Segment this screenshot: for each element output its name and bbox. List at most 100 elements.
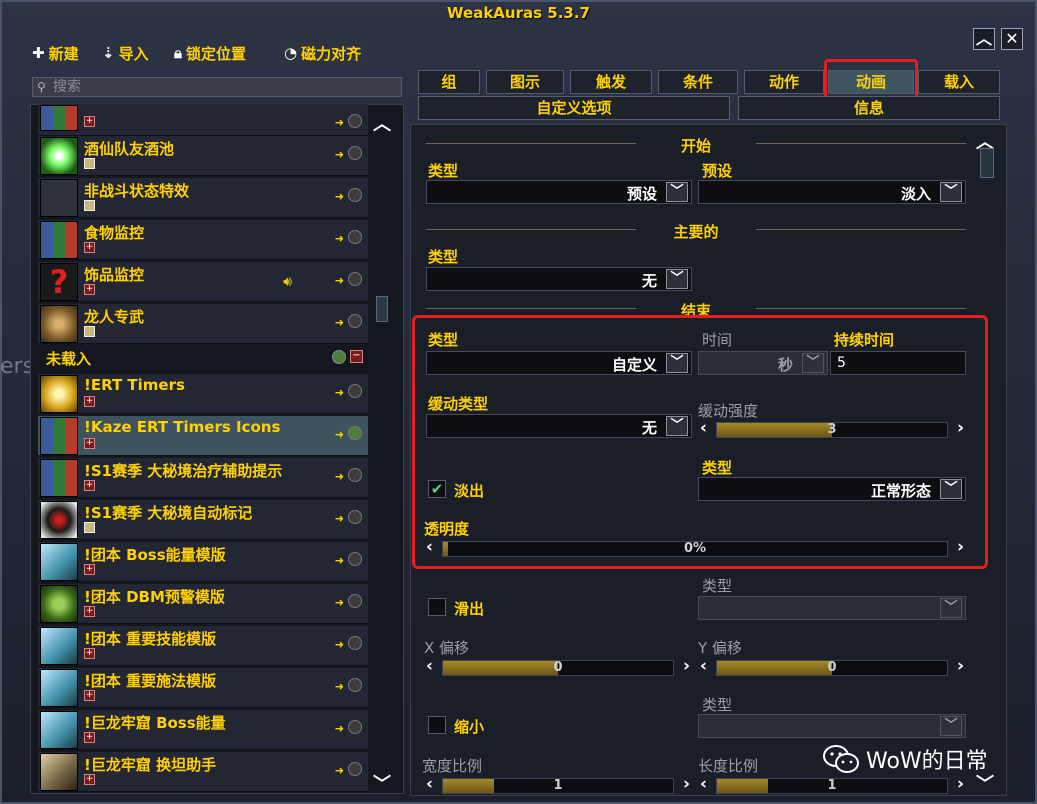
move-arrow-icon[interactable]: ➜ [335,428,344,441]
tab-information[interactable]: 信息 [738,96,1000,120]
slide-type-dropdown[interactable]: ﹀ [698,596,966,620]
toggle-icon[interactable] [348,272,362,286]
toggle-icon[interactable] [348,146,362,160]
toggle-icon[interactable] [348,426,362,440]
main-type-dropdown[interactable]: 无 ﹀ [426,267,692,291]
start-preset-dropdown[interactable]: 淡入 ﹀ [698,180,966,204]
move-arrow-icon[interactable]: ➜ [335,764,344,777]
remove-icon[interactable]: + [84,242,95,253]
move-arrow-icon[interactable]: ➜ [335,274,344,287]
tab-actions[interactable]: 动作 [744,70,824,94]
chevron-left-icon[interactable]: ‹ [426,774,433,794]
toggle-icon[interactable] [348,594,362,608]
toggle-icon[interactable] [348,114,362,128]
x-offset-slider[interactable]: ‹ 0 › [424,656,692,678]
list-item[interactable]: 龙人专武 ➜ [38,304,368,344]
move-arrow-icon[interactable]: ➜ [335,638,344,651]
toggle-icon[interactable] [348,678,362,692]
chevron-down-icon[interactable]: ﹀ [940,182,962,202]
toggle-icon[interactable] [348,510,362,524]
list-item[interactable]: !Kaze ERT Timers Icons + ➜ [38,416,368,456]
list-item[interactable]: !ERT Timers + ➜ [38,374,368,414]
alpha-slider[interactable]: ‹ 0% › [424,537,966,559]
list-item[interactable]: !巨龙牢窟 Boss能量 + ➜ [38,710,368,750]
chevron-right-icon[interactable]: › [957,537,964,557]
search-input[interactable]: ⚲ 搜索 [32,77,402,97]
list-item[interactable]: 食物监控 + ➜ [38,220,368,260]
list-item[interactable]: !团本 重要技能模版 + ➜ [38,626,368,666]
chevron-down-icon[interactable]: ﹀ [666,353,688,373]
tab-custom-options[interactable]: 自定义选项 [418,96,730,120]
list-item[interactable]: ? 饰品监控 + 🔊︎ ➜ [38,262,368,302]
list-item[interactable]: 非战斗状态特效 ➜ [38,178,368,218]
move-arrow-icon[interactable]: ➜ [335,148,344,161]
chevron-down-icon[interactable]: ﹀ [666,182,688,202]
import-button[interactable]: ⇣ 导入 [102,42,149,64]
easing-strength-slider[interactable]: ‹ 3 › [698,418,966,440]
chevron-right-icon[interactable]: › [683,774,690,794]
list-scroll-up-icon[interactable]: ︿ [373,110,391,136]
move-arrow-icon[interactable]: ➜ [335,190,344,203]
chevron-right-icon[interactable]: › [957,418,964,438]
chevron-down-icon[interactable]: ﹀ [802,353,824,373]
easing-type-dropdown[interactable]: 无 ﹀ [426,414,692,438]
width-scale-slider[interactable]: ‹ 1 › [424,774,692,796]
collapse-button[interactable]: ︿ [973,28,995,50]
move-arrow-icon[interactable]: ➜ [335,232,344,245]
remove-icon[interactable]: + [84,564,95,575]
lock-position-button[interactable]: 🔒︎ 锁定位置 [174,42,246,64]
chevron-right-icon[interactable]: › [683,656,690,676]
toggle-icon[interactable] [348,720,362,734]
fade-checkbox[interactable]: ✔ [428,480,446,498]
magnetic-align-button[interactable]: ◔ 磁力对齐 [280,42,366,64]
chevron-down-icon[interactable]: ﹀ [940,598,962,618]
toggle-icon[interactable] [348,188,362,202]
list-item[interactable]: !团本 重要施法模版 + ➜ [38,668,368,708]
chevron-left-icon[interactable]: ‹ [700,418,707,438]
remove-icon[interactable]: + [84,396,95,407]
finish-type-dropdown[interactable]: 自定义 ﹀ [426,351,692,375]
toggle-icon[interactable] [348,230,362,244]
chevron-down-icon[interactable]: ﹀ [666,416,688,436]
move-arrow-icon[interactable]: ➜ [335,722,344,735]
remove-icon[interactable]: + [84,284,95,295]
list-item[interactable]: !S1赛季 大秘境治疗辅助提示 + ➜ [38,458,368,498]
time-unit-dropdown[interactable]: 秒 ﹀ [698,351,828,375]
toggle-icon[interactable] [348,636,362,650]
move-arrow-icon[interactable]: ➜ [335,554,344,567]
remove-icon[interactable]: + [84,606,95,617]
remove-icon[interactable]: + [84,774,95,785]
list-item[interactable]: + ➜ [38,104,368,136]
chevron-right-icon[interactable]: › [957,656,964,676]
list-item[interactable]: !巨龙牢窟 换坦助手 + ➜ [38,752,368,792]
move-arrow-icon[interactable]: ➜ [335,512,344,525]
tab-load[interactable]: 载入 [918,70,1000,94]
start-type-dropdown[interactable]: 预设 ﹀ [426,180,692,204]
slide-checkbox[interactable] [428,598,446,616]
list-item[interactable]: !S1赛季 大秘境自动标记 ➜ [38,500,368,540]
move-arrow-icon[interactable]: ➜ [335,386,344,399]
y-offset-slider[interactable]: ‹ 0 › [698,656,966,678]
list-item[interactable]: !团本 DBM预警模版 + ➜ [38,584,368,624]
remove-icon[interactable]: + [84,690,95,701]
tab-trigger[interactable]: 触发 [570,70,652,94]
toggle-icon[interactable] [348,384,362,398]
chevron-right-icon[interactable]: › [957,774,964,794]
scale-checkbox[interactable] [428,716,446,734]
close-button[interactable]: ✕ [1001,28,1023,50]
collapse-group-icon[interactable]: − [350,350,363,363]
chevron-left-icon[interactable]: ‹ [700,656,707,676]
tab-display[interactable]: 图示 [486,70,564,94]
remove-icon[interactable]: + [84,438,95,449]
move-arrow-icon[interactable]: ➜ [335,316,344,329]
toggle-icon[interactable] [348,314,362,328]
fade-type-dropdown[interactable]: 正常形态 ﹀ [698,477,966,501]
toggle-icon[interactable] [348,762,362,776]
remove-icon[interactable]: + [84,732,95,743]
move-arrow-icon[interactable]: ➜ [335,470,344,483]
move-arrow-icon[interactable]: ➜ [335,596,344,609]
chevron-down-icon[interactable]: ﹀ [666,269,688,289]
tab-group[interactable]: 组 [418,70,480,94]
remove-icon[interactable]: + [84,648,95,659]
list-scrollbar-thumb[interactable] [376,296,388,322]
